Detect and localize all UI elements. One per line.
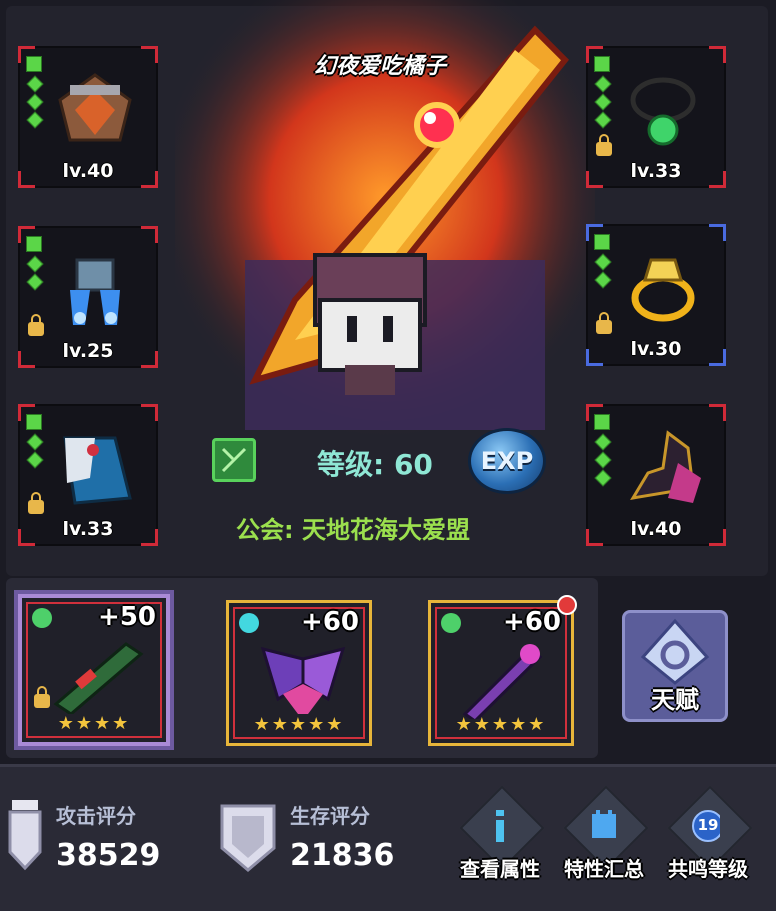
gem-slots: [594, 414, 612, 490]
weapon-stars: ★★★★: [57, 713, 131, 734]
green-gem-icon: [32, 608, 52, 628]
weapon-stars: ★★★★★: [253, 714, 345, 735]
gem-slots: [594, 234, 612, 292]
lock-icon: [28, 492, 44, 514]
resonance-badge: 19: [697, 816, 719, 834]
class-icon[interactable]: [212, 438, 256, 482]
weapon-stars: ★★★★★: [455, 714, 547, 735]
gem-slots: [26, 56, 44, 132]
gem-slots: [26, 414, 44, 472]
weapon-enhance: +50: [98, 602, 156, 632]
cape-icon: [63, 436, 132, 505]
equipment-level: lv.30: [630, 338, 682, 360]
resonance-level-label: 共鸣等级: [668, 857, 748, 881]
talent-button[interactable]: 天赋: [622, 610, 728, 722]
player-name: 幻夜爱吃橘子: [313, 54, 446, 79]
guild-name[interactable]: 公会: 天地花海大爱盟: [236, 510, 470, 545]
weapon-slot-1[interactable]: +50 ★★★★: [14, 590, 174, 750]
view-attributes-button[interactable]: 查看属性: [450, 785, 550, 890]
lock-icon: [28, 314, 44, 336]
traits-icon: [592, 810, 616, 838]
talent-label: 天赋: [651, 686, 699, 714]
exp-button[interactable]: EXP: [468, 428, 546, 494]
weapon-enhance: +60: [503, 607, 561, 637]
necklace-icon: [630, 77, 696, 146]
equipment-level: lv.40: [630, 518, 682, 540]
lock-icon: [596, 312, 612, 334]
weapon-slot-2[interactable]: +60 ★★★★★: [226, 600, 372, 746]
survival-score-value: 21836: [290, 838, 395, 873]
gem-slots: [26, 236, 44, 294]
ring-icon: [631, 258, 695, 322]
shield-icon: [220, 804, 276, 872]
gem-slots: [594, 56, 612, 132]
lock-icon: [596, 134, 612, 156]
helmet-icon: [58, 73, 132, 142]
weapon-slot-3[interactable]: +60 ★★★★★: [428, 595, 577, 746]
survival-score-label: 生存评分: [290, 804, 370, 828]
equipment-slot-armor[interactable]: lv.25: [18, 226, 158, 368]
equipment-level: lv.25: [62, 340, 114, 362]
player-level: 等级: 60: [317, 448, 433, 481]
attack-score-label: 攻击评分: [56, 804, 136, 828]
equipment-slot-cape[interactable]: lv.33: [18, 404, 158, 546]
equipment-level: lv.33: [62, 518, 114, 540]
traits-summary-button[interactable]: 特性汇总: [554, 785, 654, 890]
equipment-slot-ring[interactable]: lv.30: [586, 224, 726, 366]
cyan-gem-icon: [239, 613, 259, 633]
sword-icon: [8, 800, 42, 871]
equipment-level: lv.33: [630, 160, 682, 182]
green-gem-icon: [441, 613, 461, 633]
armor-icon: [70, 258, 120, 325]
gun-icon: [53, 642, 144, 714]
talent-icon: [640, 618, 710, 685]
wings-icon: [260, 646, 346, 714]
equipment-level: lv.40: [62, 160, 114, 182]
weapon-enhance: +60: [301, 607, 359, 637]
attribute-icon: [496, 810, 504, 842]
attack-score-value: 38529: [56, 838, 161, 873]
level-row: 等级: 60 EXP: [212, 428, 552, 494]
equipment-slot-necklace[interactable]: lv.33: [586, 46, 726, 188]
boots-icon: [630, 430, 701, 503]
equipment-slot-boots[interactable]: lv.40: [586, 404, 726, 546]
equipment-slot-helmet[interactable]: lv.40: [18, 46, 158, 188]
resonance-level-button[interactable]: 19 共鸣等级: [658, 785, 758, 890]
view-attributes-label: 查看属性: [460, 857, 540, 881]
staff-icon: [462, 644, 543, 719]
traits-summary-label: 特性汇总: [564, 857, 644, 881]
